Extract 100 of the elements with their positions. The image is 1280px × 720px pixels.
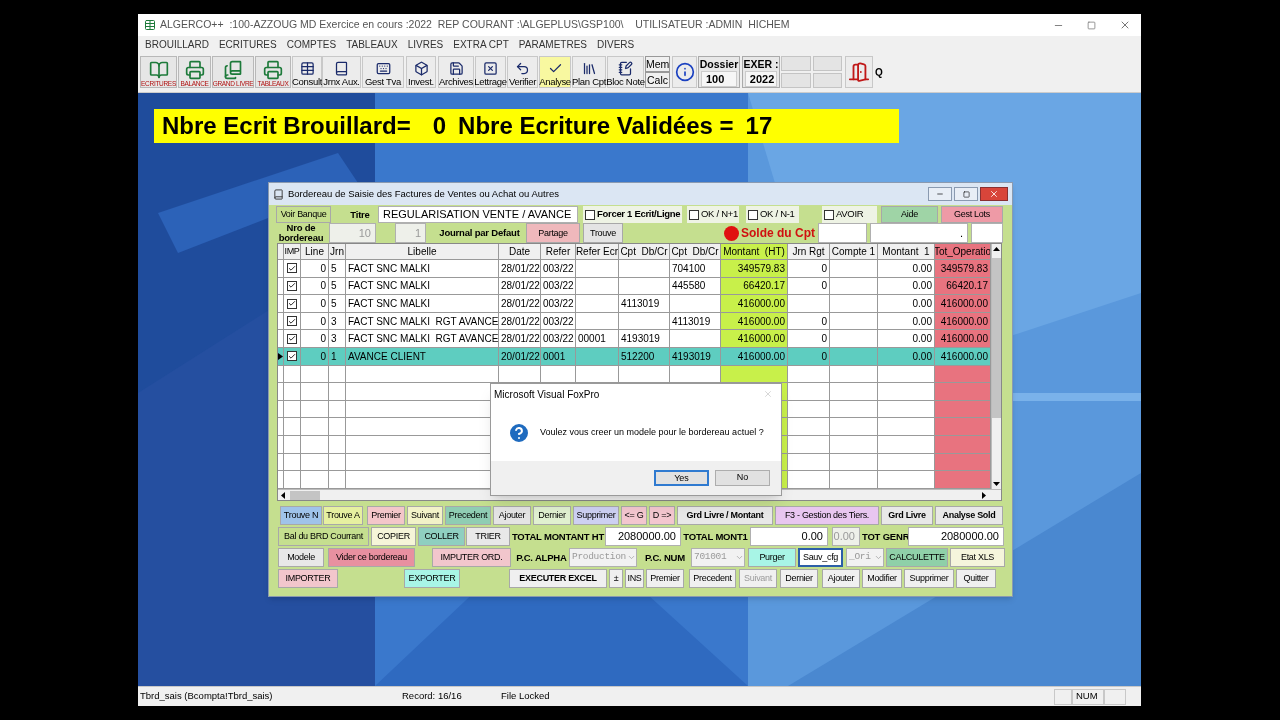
- action-button[interactable]: Dernier: [780, 569, 818, 588]
- tool-button[interactable]: Analyse: [539, 56, 571, 88]
- table-cell-text: 28/01/22: [501, 314, 540, 329]
- action-button[interactable]: D =>: [649, 506, 675, 525]
- action-button[interactable]: Premier: [646, 569, 684, 588]
- tool-button[interactable]: Plan Cpt: [572, 56, 606, 88]
- grid-row[interactable]: 0 5 FACT SNC MALKI 28/01/22 003/22 704100 349579.83 0 0.00 349579.83: [278, 260, 991, 278]
- table-cell-text: 0: [320, 349, 326, 364]
- action-button[interactable]: Grd Livre: [881, 506, 933, 525]
- menu-item[interactable]: PARAMETRES: [518, 36, 587, 52]
- action-button[interactable]: COLLER: [418, 527, 465, 546]
- table-cell-text: 0001: [543, 349, 566, 364]
- table-cell-text: 0.00: [912, 332, 932, 347]
- action-button[interactable]: Grd Livre / Montant: [677, 506, 773, 525]
- column-header[interactable]: Montant (HT): [721, 244, 788, 259]
- action-button[interactable]: EXPORTER: [404, 569, 460, 588]
- tool-button[interactable]: Verifier: [507, 56, 538, 88]
- table-cell-text: 416000.00: [940, 332, 988, 347]
- tool-button[interactable]: Invest.: [406, 56, 436, 88]
- grid-row[interactable]: 0 5 FACT SNC MALKI 28/01/22 003/22 4113019 416000.00 0.00 416000.00: [278, 295, 991, 313]
- dialog-button[interactable]: No: [715, 470, 770, 486]
- column-header[interactable]: Date: [499, 244, 541, 259]
- action-button[interactable]: IMPORTER: [278, 569, 338, 588]
- menu-item[interactable]: ECRITURES: [218, 36, 277, 52]
- column-header[interactable]: Compte 1: [830, 244, 878, 259]
- action-button[interactable]: Vider ce bordereau: [328, 548, 415, 567]
- table-cell-text: 416000.00: [737, 332, 785, 347]
- menu-item[interactable]: LIVRES: [407, 36, 444, 52]
- action-button[interactable]: Trouve: [583, 223, 623, 243]
- tool-button[interactable]: Gest Tva: [362, 56, 404, 88]
- action-button[interactable]: Voir Banque: [276, 206, 331, 223]
- value-field[interactable]: 2080000.00: [605, 527, 681, 546]
- menu-item[interactable]: TABLEAUX: [346, 36, 398, 52]
- action-button[interactable]: Sauv_cfg: [798, 548, 843, 567]
- value-field[interactable]: 2022: [744, 71, 778, 87]
- tool-button[interactable]: Archives: [438, 56, 474, 88]
- action-button[interactable]: INS: [625, 569, 644, 588]
- grid-row[interactable]: 0 3 FACT SNC MALKI RGT AVANCE 28/01/22 003/22 00001 4193019 416000.00 0 0.00 416000.00: [278, 330, 991, 349]
- tool-button[interactable]: Calc: [645, 72, 670, 88]
- dialog-title: Microsoft Visual FoxPro: [494, 387, 600, 402]
- action-button[interactable]: Modele: [278, 548, 324, 567]
- action-button[interactable]: Premier: [367, 506, 405, 525]
- tool-button[interactable]: Jrnx Aux.: [322, 56, 361, 88]
- action-button[interactable]: Ajouter: [493, 506, 531, 525]
- column-header[interactable]: IMP: [284, 244, 301, 259]
- option-checkbox[interactable]: Forcer 1 Ecrit/Ligne: [583, 206, 682, 223]
- menu-item[interactable]: EXTRA CPT: [453, 36, 509, 52]
- action-button[interactable]: Etat XLS: [950, 548, 1005, 567]
- action-button[interactable]: Ajouter: [822, 569, 860, 588]
- tool-button[interactable]: Mem: [645, 56, 670, 72]
- action-button[interactable]: Gest Lots: [941, 206, 1003, 223]
- value-field[interactable]: .: [870, 223, 968, 243]
- action-button[interactable]: Trouve N: [280, 506, 322, 525]
- tool-button[interactable]: Bloc Note: [607, 56, 644, 88]
- action-button[interactable]: Quitter: [956, 569, 996, 588]
- action-button[interactable]: Supprimer: [573, 506, 619, 525]
- value-field[interactable]: 2080000.00: [908, 527, 1004, 546]
- action-button[interactable]: Analyse Sold: [935, 506, 1003, 525]
- action-button[interactable]: TRIER: [466, 527, 510, 546]
- value-field[interactable]: 100: [701, 71, 737, 87]
- action-button[interactable]: Precedent: [689, 569, 736, 588]
- action-button[interactable]: Modifier: [862, 569, 902, 588]
- menu-item[interactable]: BROUILLARD: [145, 36, 209, 52]
- menu-item[interactable]: DIVERS: [597, 36, 635, 52]
- value-field[interactable]: REGULARISATION VENTE / AVANCE: [378, 206, 578, 223]
- action-button[interactable]: F3 - Gestion des Tiers.: [775, 506, 879, 525]
- column-header[interactable]: Libelle: [346, 244, 499, 259]
- table-cell-text: 66420.17: [946, 279, 988, 294]
- tool-button[interactable]: Lettrage: [475, 56, 506, 88]
- column-header[interactable]: Jrn Rgt: [788, 244, 830, 259]
- action-button[interactable]: COPIER: [371, 527, 416, 546]
- menu-item[interactable]: COMPTES: [286, 36, 337, 52]
- action-button[interactable]: Trouve A: [323, 506, 363, 525]
- field-label: P.C. NUM: [644, 552, 686, 563]
- action-button[interactable]: Bal du BRD Courrant: [278, 527, 369, 546]
- action-button[interactable]: Partage: [526, 223, 580, 243]
- tool-button[interactable]: Consult: [292, 56, 322, 88]
- action-button[interactable]: Supprimer: [904, 569, 954, 588]
- action-button[interactable]: ±: [609, 569, 623, 588]
- option-checkbox[interactable]: AVOIR: [822, 206, 877, 223]
- action-button[interactable]: Aide: [881, 206, 938, 223]
- column-header[interactable]: Refer Ecr: [576, 244, 619, 259]
- action-button[interactable]: Precedent: [445, 506, 491, 525]
- action-button[interactable]: IMPUTER ORD.: [432, 548, 511, 567]
- column-header[interactable]: Line: [301, 244, 329, 259]
- column-header[interactable]: Jrn: [329, 244, 346, 259]
- column-header[interactable]: Refer: [541, 244, 576, 259]
- action-button[interactable]: CALCULETTE: [886, 548, 948, 567]
- option-checkbox[interactable]: OK / N-1: [746, 206, 799, 223]
- action-button[interactable]: EXECUTER EXCEL: [509, 569, 607, 588]
- column-header[interactable]: Cpt Db/Cr: [619, 244, 670, 259]
- action-button[interactable]: Suivant: [407, 506, 443, 525]
- action-button[interactable]: <= G: [621, 506, 647, 525]
- value-field[interactable]: 0.00: [750, 527, 828, 546]
- action-button[interactable]: Purger: [748, 548, 796, 567]
- option-checkbox[interactable]: OK / N+1: [687, 206, 739, 223]
- table-cell-text: 28/01/22: [501, 279, 540, 294]
- dialog-button[interactable]: Yes: [654, 470, 709, 486]
- grid-row[interactable]: 0 1 AVANCE CLIENT 20/01/22 0001 512200 4193019 416000.00 0 0.00 416000.00: [278, 348, 991, 366]
- action-button[interactable]: Dernier: [533, 506, 571, 525]
